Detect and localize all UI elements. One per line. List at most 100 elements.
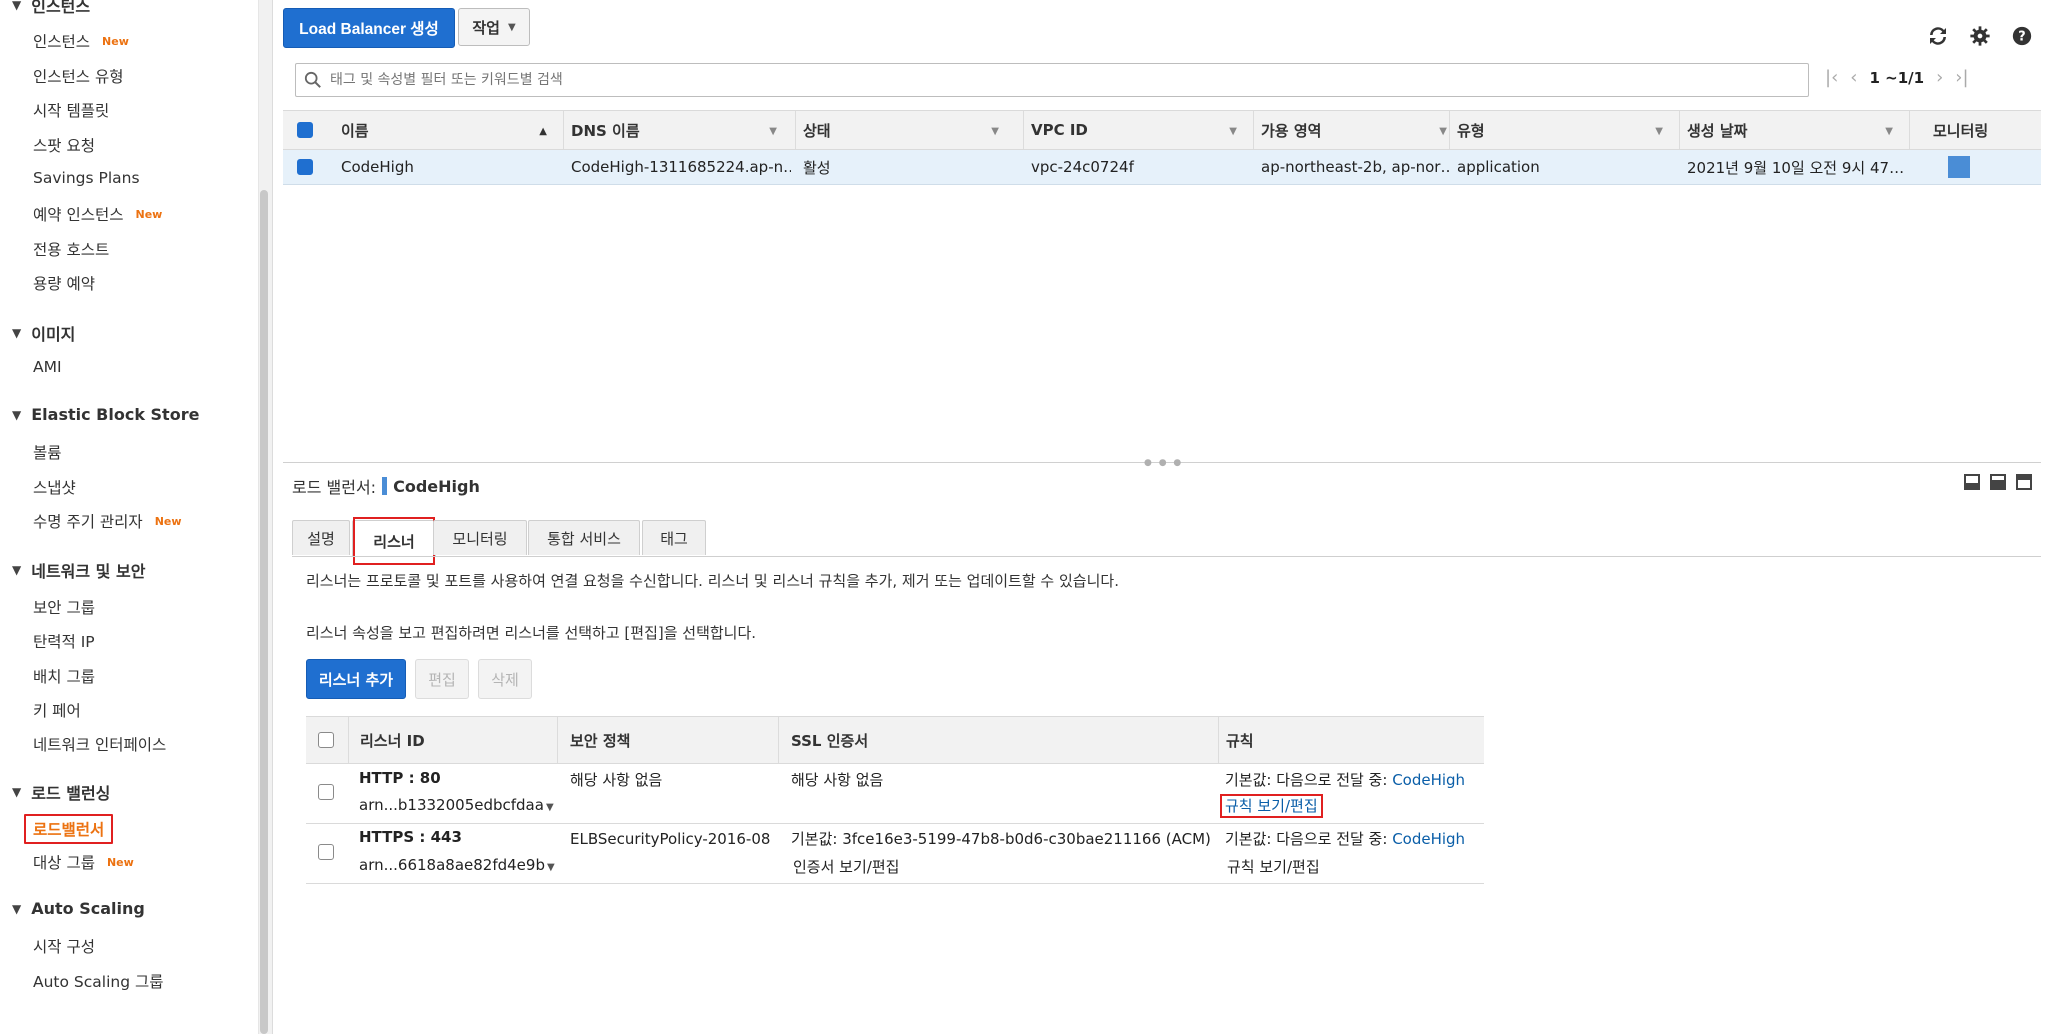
- first-page-icon[interactable]: |‹: [1825, 67, 1838, 88]
- sidebar-item-launch-templates[interactable]: 시작 템플릿: [33, 99, 109, 121]
- sidebar-item-auto-scaling-groups[interactable]: Auto Scaling 그룹: [33, 970, 164, 992]
- tabs-divider: [292, 556, 2041, 557]
- add-listener-button[interactable]: 리스너 추가: [306, 659, 406, 699]
- sidebar-section-load-balancing[interactable]: ▼ 로드 밸런싱: [12, 780, 110, 804]
- sidebar-section-network-security[interactable]: ▼ 네트워크 및 보안: [12, 558, 145, 582]
- row-checkbox[interactable]: [318, 784, 334, 800]
- sidebar-item-volumes[interactable]: 볼륨: [33, 441, 62, 463]
- cell-dns: CodeHigh-1311685224.ap-n…: [571, 158, 791, 176]
- prev-page-icon[interactable]: ‹: [1850, 67, 1857, 88]
- help-icon[interactable]: ?: [2010, 24, 2034, 48]
- sidebar-item-elastic-ips[interactable]: 탄력적 IP: [33, 630, 95, 652]
- rule-view-edit-link[interactable]: 규칙 보기/편집: [1220, 794, 1323, 818]
- sort-icon: ▼: [1439, 126, 1447, 137]
- table-row[interactable]: CodeHigh CodeHigh-1311685224.ap-n… 활성 vp…: [283, 150, 2041, 185]
- edit-listener-button[interactable]: 편집: [415, 659, 469, 699]
- sort-icon: ▼: [769, 126, 777, 137]
- row-checkbox-cell[interactable]: [297, 150, 317, 184]
- svg-text:?: ?: [2018, 30, 2025, 45]
- sidebar-item-lifecycle-manager[interactable]: 수명 주기 관리자 New: [33, 510, 182, 532]
- listener-protocol: HTTP : 80: [359, 769, 441, 787]
- row-checkbox-box[interactable]: [318, 844, 334, 860]
- sidebar-item-dedicated-hosts[interactable]: 전용 호스트: [33, 238, 109, 260]
- column-header-dns[interactable]: DNS 이름 ▼: [571, 111, 791, 149]
- column-header-state[interactable]: 상태 ▼: [803, 111, 1013, 149]
- select-all-checkbox[interactable]: [318, 732, 334, 748]
- tab-listeners[interactable]: 리스너: [352, 517, 436, 565]
- tab-monitoring[interactable]: 모니터링: [433, 520, 527, 555]
- row-checkbox[interactable]: [297, 159, 313, 175]
- column-header-name[interactable]: 이름 ▲: [341, 111, 561, 149]
- refresh-icon[interactable]: [1926, 24, 1950, 48]
- column-header-vpc[interactable]: VPC ID ▼: [1031, 111, 1251, 149]
- filter-search-box[interactable]: [295, 63, 1809, 97]
- sidebar-item-savings-plans[interactable]: Savings Plans: [33, 169, 140, 187]
- gear-icon[interactable]: [1968, 24, 1992, 48]
- rule-view-edit-link-box[interactable]: 규칙 보기/편집: [1220, 794, 1323, 818]
- rule-view-edit-link[interactable]: 규칙 보기/편집: [1227, 856, 1320, 877]
- monitoring-icon[interactable]: [1948, 150, 1988, 184]
- cell-vpc: vpc-24c0724f: [1031, 158, 1134, 176]
- listener-arn-dropdown[interactable]: arn...6618a8ae82fd4e9b ▼: [359, 856, 555, 874]
- sidebar-section-auto-scaling[interactable]: ▼ Auto Scaling: [12, 899, 145, 918]
- column-header-monitoring[interactable]: 모니터링: [1933, 111, 2033, 149]
- ssl-certificate: 해당 사항 없음: [791, 771, 884, 789]
- sidebar-item-instances[interactable]: 인스턴스 New: [33, 30, 129, 52]
- rule-target-link[interactable]: CodeHigh: [1392, 830, 1465, 848]
- column-header-rules: 규칙: [1226, 731, 1254, 750]
- sidebar-section-images[interactable]: ▼ 이미지: [12, 321, 75, 345]
- panel-split-icon[interactable]: [1990, 474, 2006, 490]
- rule-default: 기본값: 다음으로 전달 중: CodeHigh: [1225, 828, 1465, 849]
- tab-tags[interactable]: 태그: [642, 520, 706, 555]
- sidebar-item-instance-types[interactable]: 인스턴스 유형: [33, 65, 124, 87]
- select-all-checkbox[interactable]: [297, 122, 313, 138]
- table-row[interactable]: HTTP : 80 arn...b1332005edbcfdaa ▼ 해당 사항 …: [306, 764, 1484, 824]
- actions-dropdown-button[interactable]: 작업 ▼: [458, 8, 530, 46]
- sidebar-section-instances[interactable]: ▼ 인스턴스: [12, 0, 90, 17]
- drag-handle-icon[interactable]: ● ● ●: [1144, 458, 1183, 468]
- sidebar-item-key-pairs[interactable]: 키 페어: [33, 699, 81, 721]
- listener-arn-dropdown[interactable]: arn...b1332005edbcfdaa ▼: [359, 796, 554, 814]
- row-checkbox-box[interactable]: [318, 784, 334, 800]
- load-balancer-table: 이름 ▲ DNS 이름 ▼ 상태 ▼ VPC ID ▼ 가용 영역 ▼ 유형 ▼ 생성 날짜…: [283, 110, 2041, 185]
- select-all-checkbox-cell[interactable]: [318, 717, 338, 763]
- sidebar-item-network-interfaces[interactable]: 네트워크 인터페이스: [33, 733, 166, 755]
- column-header-created[interactable]: 생성 날짜 ▼: [1687, 111, 1907, 149]
- sort-icon: ▼: [1229, 126, 1237, 137]
- column-header-az[interactable]: 가용 영역 ▼: [1261, 111, 1461, 149]
- filter-search-input[interactable]: [328, 71, 1782, 89]
- sidebar-item-placement-groups[interactable]: 배치 그룹: [33, 665, 95, 687]
- sidebar-item-ami[interactable]: AMI: [33, 358, 62, 376]
- select-all-checkbox-cell[interactable]: [297, 111, 317, 149]
- sidebar-item-target-groups[interactable]: 대상 그룹 New: [33, 851, 134, 873]
- next-page-icon[interactable]: ›: [1936, 67, 1943, 88]
- collapse-triangle-icon: ▼: [12, 407, 22, 422]
- sidebar-section-ebs[interactable]: ▼ Elastic Block Store: [12, 405, 199, 424]
- tab-integrated-services[interactable]: 통합 서비스: [528, 520, 640, 555]
- row-checkbox[interactable]: [318, 844, 334, 860]
- create-load-balancer-button[interactable]: Load Balancer 생성: [283, 8, 455, 48]
- sort-asc-icon: ▲: [539, 126, 547, 137]
- sidebar: ▼ 인스턴스 인스턴스 New 인스턴스 유형 시작 템플릿 스팟 요청 Savin…: [0, 0, 255, 1034]
- panel-maximize-icon[interactable]: [2016, 474, 2032, 490]
- sidebar-item-snapshots[interactable]: 스냅샷: [33, 476, 76, 498]
- sidebar-item-capacity-reservations[interactable]: 용량 예약: [33, 272, 95, 294]
- sidebar-item-launch-configurations[interactable]: 시작 구성: [33, 935, 95, 957]
- sidebar-item-security-groups[interactable]: 보안 그룹: [33, 596, 95, 618]
- certificate-view-edit-link[interactable]: 인증서 보기/편집: [793, 856, 899, 877]
- chevron-down-icon: ▼: [507, 21, 516, 33]
- table-header: 리스너 ID 보안 정책 SSL 인증서 규칙: [306, 716, 1484, 764]
- search-icon: [304, 71, 322, 89]
- sidebar-item-spot-requests[interactable]: 스팟 요청: [33, 134, 95, 156]
- last-page-icon[interactable]: ›|: [1955, 67, 1968, 88]
- column-header-type[interactable]: 유형 ▼: [1457, 111, 1677, 149]
- sidebar-scrollbar-thumb[interactable]: [260, 190, 268, 1034]
- new-badge: New: [135, 207, 163, 221]
- rule-target-link[interactable]: CodeHigh: [1392, 771, 1465, 789]
- tab-description[interactable]: 설명: [292, 520, 350, 555]
- table-row[interactable]: HTTPS : 443 arn...6618a8ae82fd4e9b ▼ ELBS…: [306, 824, 1484, 884]
- delete-listener-button[interactable]: 삭제: [478, 659, 532, 699]
- panel-minimize-icon[interactable]: [1964, 474, 1980, 490]
- sidebar-item-load-balancers[interactable]: 로드밸런서: [24, 814, 114, 844]
- sidebar-item-reserved-instances[interactable]: 예약 인스턴스 New: [33, 203, 162, 225]
